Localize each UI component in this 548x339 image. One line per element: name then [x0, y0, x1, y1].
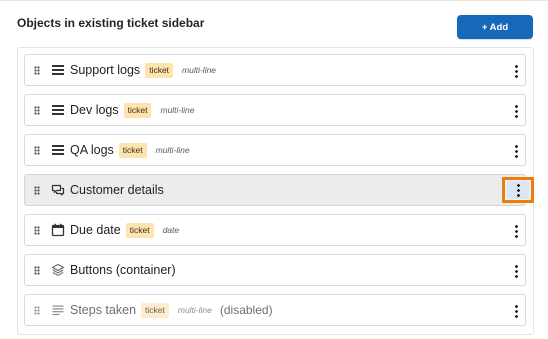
- item-type-badge: ticket: [118, 143, 147, 158]
- list-item-dev-logs[interactable]: Dev logs ticket multi-line: [24, 94, 526, 126]
- list-item-support-logs[interactable]: Support logs ticket multi-line: [24, 54, 526, 86]
- list-item-qa-logs[interactable]: QA logs ticket multi-line: [24, 134, 526, 166]
- disabled-status: (disabled): [219, 303, 273, 318]
- objects-list: Support logs ticket multi-line Dev logs …: [17, 47, 534, 335]
- more-options-icon[interactable]: [509, 261, 523, 281]
- drag-handle-icon[interactable]: [34, 106, 40, 115]
- list-item-buttons-container[interactable]: Buttons (container): [24, 254, 526, 286]
- item-type-badge: ticket: [145, 63, 174, 78]
- item-label: Buttons (container): [70, 263, 176, 277]
- more-options-icon[interactable]: [509, 141, 523, 161]
- text-lines-icon: [52, 305, 64, 316]
- item-field-type: multi-line: [160, 105, 195, 116]
- item-label: Due date: [70, 223, 121, 238]
- drag-handle-icon[interactable]: [34, 306, 40, 315]
- item-label: QA logs: [70, 143, 114, 158]
- item-label: Customer details: [70, 183, 164, 197]
- item-field-type: multi-line: [177, 305, 212, 316]
- add-button[interactable]: + Add: [457, 15, 533, 39]
- more-options-icon[interactable]: [509, 301, 523, 321]
- item-type-badge: ticket: [123, 103, 152, 118]
- drag-handle-icon[interactable]: [34, 66, 40, 75]
- list-icon: [52, 145, 64, 155]
- list-icon: [52, 65, 64, 75]
- panel-title: Objects in existing ticket sidebar: [17, 16, 205, 30]
- list-item-due-date[interactable]: Due date ticket date: [24, 214, 526, 246]
- list-item-customer-details[interactable]: Customer details: [24, 174, 534, 206]
- item-type-badge: ticket: [141, 303, 169, 318]
- calendar-icon: [51, 223, 65, 237]
- item-label: Dev logs: [70, 103, 119, 118]
- item-type-badge: ticket: [125, 223, 154, 238]
- item-field-type: multi-line: [155, 145, 190, 156]
- chat-bubbles-icon: [51, 184, 65, 196]
- drag-handle-icon[interactable]: [34, 146, 40, 155]
- layers-icon: [51, 263, 65, 276]
- more-options-icon[interactable]: [502, 177, 534, 203]
- more-options-icon[interactable]: [509, 61, 523, 81]
- list-item-steps-taken[interactable]: Steps taken ticket multi-line (disabled): [24, 294, 526, 326]
- item-label: Support logs: [70, 63, 141, 78]
- top-divider: [0, 0, 548, 1]
- item-field-type: multi-line: [182, 65, 217, 76]
- drag-handle-icon[interactable]: [34, 186, 40, 195]
- item-field-type: date: [162, 225, 180, 236]
- item-label: Steps taken: [70, 303, 137, 318]
- drag-handle-icon[interactable]: [34, 226, 40, 235]
- more-options-icon[interactable]: [509, 221, 523, 241]
- list-icon: [52, 105, 64, 115]
- more-options-icon[interactable]: [509, 101, 523, 121]
- drag-handle-icon[interactable]: [34, 266, 40, 275]
